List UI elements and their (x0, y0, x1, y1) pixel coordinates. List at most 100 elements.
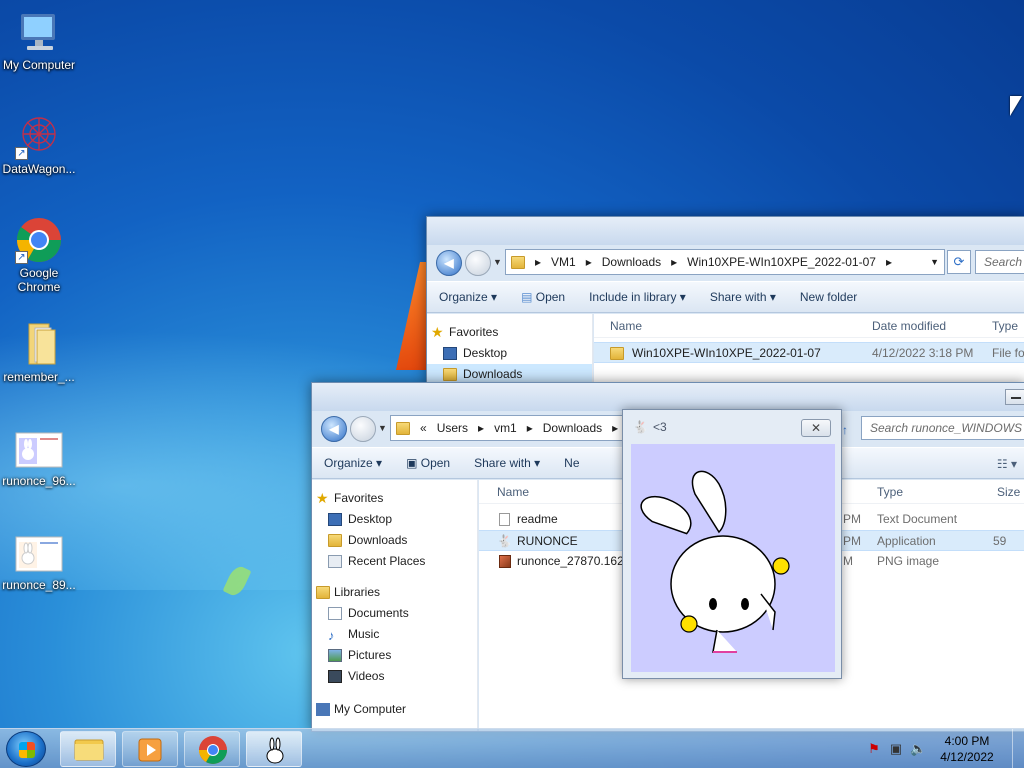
star-icon: ★ (316, 490, 329, 506)
breadcrumb-item[interactable]: Users (432, 421, 473, 435)
nav-downloads[interactable]: Downloads (312, 530, 477, 551)
popup-titlebar[interactable]: 🐇 <3 ✕ (623, 410, 841, 444)
text-file-icon (499, 509, 510, 530)
nav-videos[interactable]: Videos (312, 666, 477, 687)
refresh-icon[interactable]: ↑ (842, 423, 848, 437)
network-icon[interactable]: ▣ (888, 741, 904, 757)
file-list: Name Date modified Type Win10XPE-WIn10XP… (594, 314, 1024, 385)
minimize-button[interactable] (1005, 389, 1024, 405)
desktop-icon-my-computer[interactable]: My Computer (0, 8, 78, 72)
forward-button[interactable] (350, 416, 376, 442)
breadcrumb-item[interactable]: VM1 (546, 255, 581, 269)
nav-desktop[interactable]: Desktop (427, 343, 592, 364)
open-button[interactable]: ▣ Open (394, 456, 462, 470)
datawagon-icon: ↗ (15, 112, 63, 160)
new-folder-button[interactable]: Ne (552, 456, 591, 470)
breadcrumb-arrow-icon[interactable]: ▸ (881, 255, 897, 269)
navigation-pane: ★ Favorites Desktop Downloads (427, 314, 593, 385)
desktop-icon-runonce-96[interactable]: runonce_96... (0, 432, 78, 488)
start-button[interactable] (6, 731, 46, 767)
address-bar[interactable]: ▸ VM1 ▸ Downloads ▸ Win10XPE-WIn10XPE_20… (505, 249, 945, 275)
breadcrumb-arrow-icon[interactable]: ▸ (522, 421, 538, 435)
desktop-icon-label: My Computer (2, 58, 76, 72)
desktop-icon-label: runonce_96... (2, 474, 76, 488)
include-in-library-button[interactable]: Include in library ▾ (577, 290, 698, 304)
breadcrumb-arrow-icon[interactable]: ▸ (530, 255, 546, 269)
shortcut-arrow-icon: ↗ (15, 251, 28, 264)
close-button[interactable]: ✕ (801, 419, 831, 437)
nav-libraries[interactable]: Libraries (312, 582, 477, 603)
file-size: 59 (993, 534, 1007, 548)
back-button[interactable]: ◀ (436, 250, 462, 276)
column-type[interactable]: Type (992, 314, 1018, 338)
breadcrumb-arrow-icon[interactable]: ▸ (473, 421, 489, 435)
show-desktop-button[interactable] (1012, 729, 1024, 768)
forward-button[interactable] (465, 250, 491, 276)
column-name[interactable]: Name (497, 480, 529, 504)
breadcrumb-arrow-icon[interactable]: ▸ (581, 255, 597, 269)
runonce-popup-window[interactable]: 🐇 <3 ✕ (622, 409, 842, 679)
nav-recent-places[interactable]: Recent Places (312, 551, 477, 572)
column-name[interactable]: Name (610, 314, 642, 338)
address-dropdown-icon[interactable]: ▼ (925, 257, 944, 267)
column-type[interactable]: Type (877, 480, 903, 504)
organize-button[interactable]: Organize ▾ (427, 290, 509, 304)
desktop-icon-runonce-89[interactable]: runonce_89... (0, 536, 78, 592)
taskbar-runonce[interactable] (246, 731, 302, 767)
refresh-icon[interactable]: ⟳ (947, 250, 971, 274)
open-icon: ▤ (521, 290, 536, 304)
taskbar-media-player[interactable] (122, 731, 178, 767)
back-button[interactable]: ◀ (321, 416, 347, 442)
address-bar[interactable]: « Users ▸ vm1 ▸ Downloads ▸ ru (390, 415, 639, 441)
window-titlebar[interactable] (427, 217, 1024, 245)
desktop-icon (443, 347, 457, 360)
column-date-modified[interactable]: Date modified (872, 314, 946, 338)
volume-icon[interactable]: 🔈 (910, 741, 926, 757)
desktop-icon-label: Google Chrome (17, 266, 61, 294)
explorer-window-back[interactable]: ◀ ▼ ▸ VM1 ▸ Downloads ▸ Win10XPE-WIn10XP… (426, 216, 1024, 386)
nav-music[interactable]: ♪ Music (312, 624, 477, 645)
breadcrumb-item[interactable]: Downloads (597, 255, 666, 269)
breadcrumb-overflow[interactable]: « (415, 421, 432, 435)
share-with-button[interactable]: Share with ▾ (462, 456, 552, 470)
taskbar-explorer[interactable] (60, 731, 116, 767)
file-type: Text Document (877, 512, 958, 526)
nav-my-computer[interactable]: My Computer (312, 699, 477, 720)
window-titlebar[interactable] (312, 383, 1024, 411)
taskbar-chrome[interactable] (184, 731, 240, 767)
file-row[interactable]: Win10XPE-WIn10XPE_2022-01-07 4/12/2022 3… (594, 342, 1024, 363)
media-player-icon (138, 738, 162, 762)
windows-logo-icon (19, 742, 35, 758)
search-input[interactable]: Search W (975, 250, 1024, 274)
column-size[interactable]: Size (997, 480, 1020, 504)
new-folder-button[interactable]: New folder (788, 290, 869, 304)
file-name: RUNONCE (517, 534, 578, 548)
desktop-icon-remember[interactable]: remember_... (0, 320, 78, 384)
view-options-icon[interactable]: ☷ ▾ (997, 457, 1017, 471)
nav-pictures[interactable]: Pictures (312, 645, 477, 666)
popup-title: <3 (653, 420, 667, 434)
breadcrumb-item[interactable]: vm1 (489, 421, 522, 435)
recent-pages-dropdown[interactable]: ▼ (493, 257, 502, 267)
breadcrumb-arrow-icon[interactable]: ▸ (607, 421, 623, 435)
nav-favorites[interactable]: ★ Favorites (312, 488, 477, 509)
share-with-button[interactable]: Share with ▾ (698, 290, 788, 304)
recent-places-icon (328, 555, 342, 568)
nav-favorites[interactable]: ★ Favorites (427, 322, 592, 343)
nav-documents[interactable]: Documents (312, 603, 477, 624)
clock[interactable]: 4:00 PM 4/12/2022 (932, 733, 1002, 765)
command-bar: Organize ▾ ▤ Open Include in library ▾ S… (427, 281, 1024, 313)
breadcrumb-item[interactable]: Downloads (538, 421, 607, 435)
organize-button[interactable]: Organize ▾ (312, 456, 394, 470)
recent-pages-dropdown[interactable]: ▼ (378, 423, 387, 433)
breadcrumb-item[interactable]: Win10XPE-WIn10XPE_2022-01-07 (682, 255, 881, 269)
desktop-icon-google-chrome[interactable]: ↗ Google Chrome (0, 216, 78, 294)
shortcut-arrow-icon: ↗ (15, 147, 28, 160)
rabbit-app-icon: 🐇 (497, 534, 512, 548)
nav-desktop[interactable]: Desktop (312, 509, 477, 530)
breadcrumb-arrow-icon[interactable]: ▸ (666, 255, 682, 269)
search-input[interactable]: Search runonce_WINDOWS (861, 416, 1024, 440)
open-button[interactable]: ▤ Open (509, 290, 577, 304)
desktop-icon-datawagon[interactable]: ↗ DataWagon... (0, 112, 78, 176)
flag-alert-icon[interactable]: ⚑ (866, 741, 882, 757)
